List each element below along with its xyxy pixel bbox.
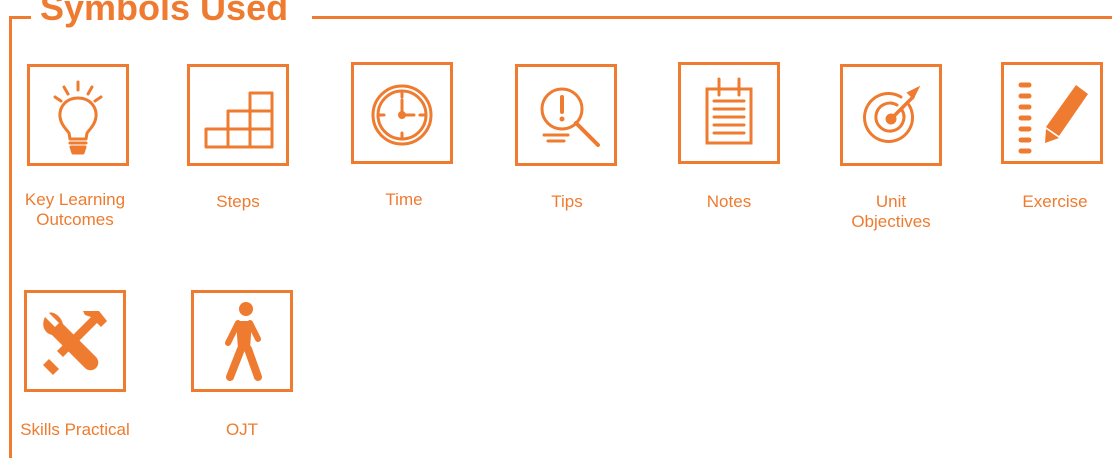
symbol-label: Key Learning Outcomes [24,190,126,229]
notebook-pencil-icon [1001,62,1103,164]
target-icon [840,64,942,166]
symbol-label: Notes [706,192,752,211]
symbol-label: Tips [551,192,583,211]
symbol-label: OJT [225,420,259,439]
frame-left-border [9,17,12,458]
frame-top-left-tick [9,16,31,19]
panel-title: Symbols Used [40,0,289,28]
wrench-hammer-icon [24,290,126,392]
frame-top-border [312,16,1112,19]
symbol-label: Skills Practical [20,420,130,439]
symbol-label: Time [385,190,423,209]
symbol-label: Exercise [1022,192,1088,211]
lightbulb-icon [27,64,129,166]
walking-person-icon [191,290,293,392]
magnifier-exclamation-icon [515,64,617,166]
steps-icon [187,64,289,166]
symbol-label: Unit Objectives [851,192,931,231]
notepad-icon [678,62,780,164]
symbol-label: Steps [216,192,260,211]
clock-icon [351,62,453,164]
